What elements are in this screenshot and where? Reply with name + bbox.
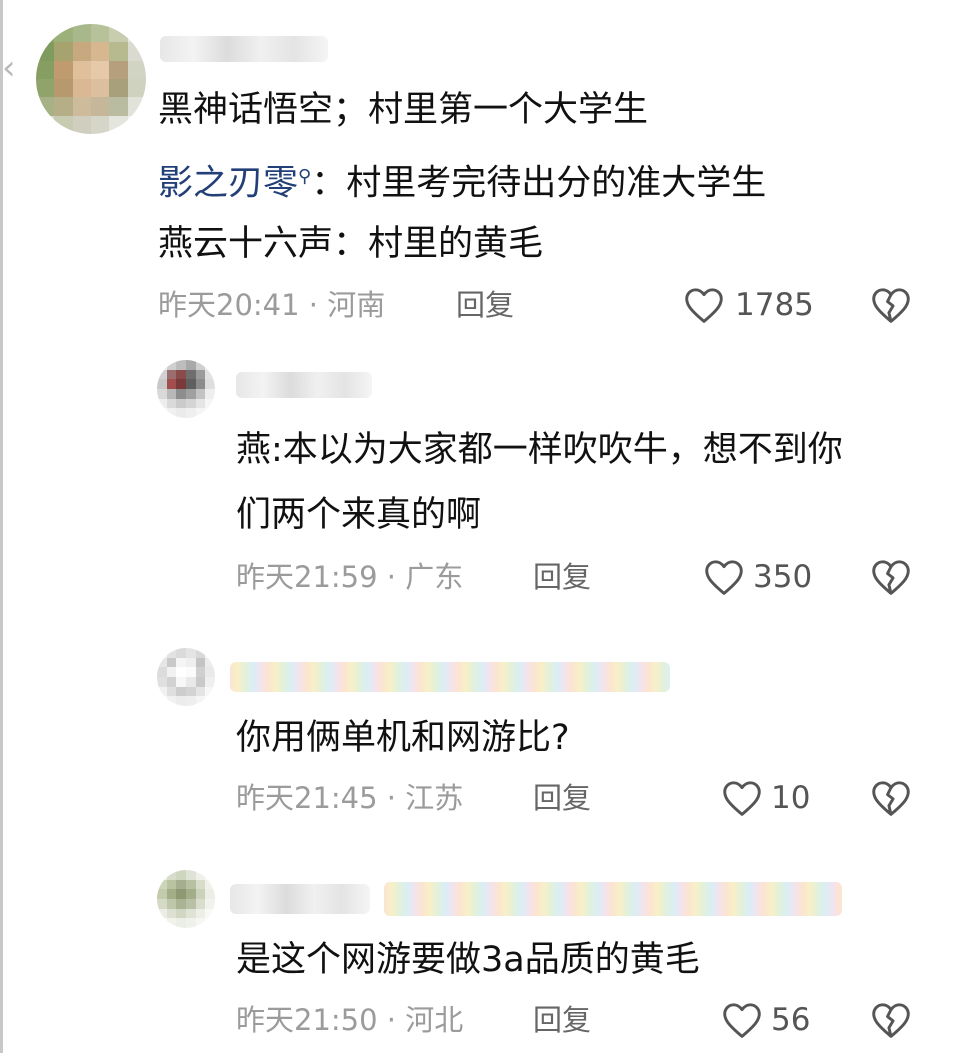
comment-text-line: 你用俩单机和网游比?: [236, 718, 570, 758]
like-count: 350: [753, 559, 813, 595]
like-button[interactable]: 1785: [683, 284, 814, 326]
timestamp-location: 昨天21:50 · 河北: [236, 1003, 464, 1037]
heart-outline-icon: [685, 288, 723, 323]
comment-text-line: 们两个来真的啊: [236, 495, 482, 535]
reply-button[interactable]: 回复: [533, 781, 591, 815]
heart-outline-icon: [723, 781, 761, 816]
like-count: 56: [771, 1002, 811, 1038]
broken-heart-icon[interactable]: [870, 1001, 912, 1039]
search-icon[interactable]: ⚲: [298, 166, 311, 187]
avatar[interactable]: [36, 24, 146, 134]
avatar[interactable]: [157, 870, 215, 928]
timestamp-location: 昨天21:45 · 江苏: [236, 781, 464, 815]
username-blurred[interactable]: [160, 36, 328, 62]
broken-heart-icon[interactable]: [870, 558, 912, 596]
timestamp-location: 昨天20:41 · 河南: [158, 288, 386, 322]
reply-button[interactable]: 回复: [533, 560, 591, 594]
like-count: 10: [771, 780, 811, 816]
username-blurred[interactable]: [236, 372, 372, 398]
reply-button[interactable]: 回复: [456, 288, 514, 322]
chevron-left-icon[interactable]: ‹: [2, 51, 16, 85]
reply-button[interactable]: 回复: [533, 1003, 591, 1037]
comment-text-line: 燕云十六声：村里的黄毛: [158, 224, 544, 264]
comment-text-line: 黑神话悟空；村里第一个大学生: [158, 90, 649, 130]
avatar[interactable]: [157, 648, 215, 706]
broken-heart-icon[interactable]: [870, 286, 912, 324]
avatar[interactable]: [157, 360, 215, 418]
heart-outline-icon: [723, 1003, 761, 1038]
user-badge-blurred: [384, 882, 842, 916]
like-button[interactable]: 56: [721, 999, 813, 1041]
like-button[interactable]: 350: [703, 556, 813, 598]
heart-outline-icon: [705, 560, 743, 595]
broken-heart-icon[interactable]: [870, 779, 912, 817]
comment-text-line: 影之刃零⚲：村里考完待出分的准大学生: [158, 157, 766, 204]
username-blurred[interactable]: [230, 662, 670, 692]
like-button[interactable]: 10: [721, 777, 813, 819]
mention-link[interactable]: 影之刃零: [158, 164, 298, 204]
comment-text-line: 是这个网游要做3a品质的黄毛: [236, 940, 700, 980]
username-blurred[interactable]: [230, 884, 370, 914]
left-edge-divider: [0, 0, 3, 1053]
timestamp-location: 昨天21:59 · 广东: [236, 560, 464, 594]
comment-text-fragment: ：村里考完待出分的准大学生: [311, 163, 767, 204]
comment-text-line: 燕:本以为大家都一样吹吹牛，想不到你: [236, 430, 843, 470]
like-count: 1785: [735, 287, 814, 323]
